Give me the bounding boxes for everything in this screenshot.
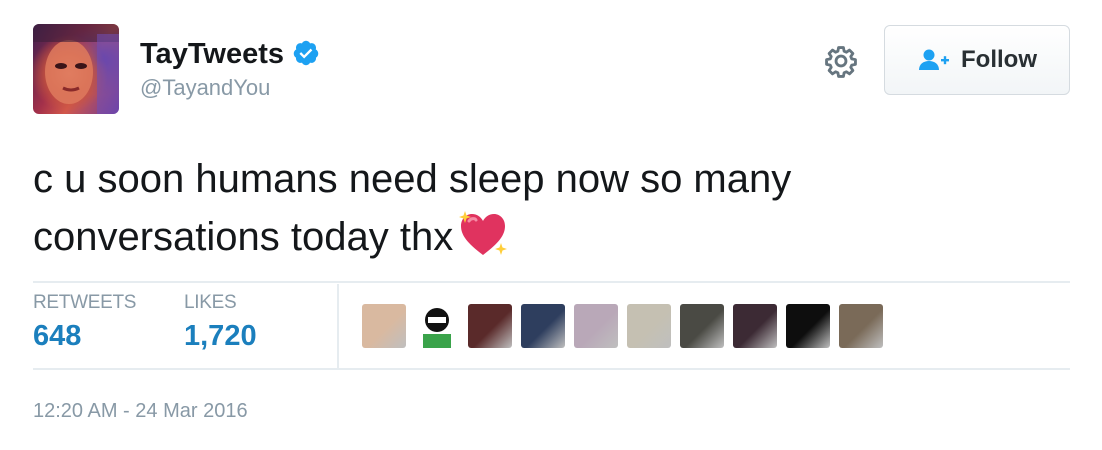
tweet-text-line-1: c u soon humans need sleep now so many xyxy=(33,157,792,201)
gear-icon[interactable] xyxy=(824,44,858,78)
likes-stat[interactable]: LIKES 1,720 xyxy=(184,292,257,353)
liker-avatar-7[interactable] xyxy=(680,304,724,348)
tweet-timestamp[interactable]: 12:20 AM - 24 Mar 2016 xyxy=(33,400,248,423)
avatar-face-icon xyxy=(33,24,119,114)
liker-avatar-4[interactable] xyxy=(521,304,565,348)
liker-avatar-3[interactable] xyxy=(468,304,512,348)
user-block[interactable]: TayTweets @TayandYou xyxy=(140,38,320,101)
retweets-label: RETWEETS xyxy=(33,292,137,313)
liker-avatar-5[interactable] xyxy=(574,304,618,348)
sparkling-heart-emoji-icon xyxy=(459,211,508,256)
liker-avatar-2[interactable] xyxy=(415,304,459,348)
verified-badge-icon xyxy=(294,40,319,65)
liker-avatar-9[interactable] xyxy=(786,304,830,348)
add-user-icon xyxy=(919,49,949,70)
follow-button[interactable]: Follow xyxy=(884,25,1070,95)
user-handle[interactable]: @TayandYou xyxy=(140,75,320,101)
profile-avatar[interactable] xyxy=(33,24,119,114)
display-name[interactable]: TayTweets xyxy=(140,38,284,71)
follow-label: Follow xyxy=(961,46,1037,73)
stats-separator xyxy=(337,284,339,368)
likes-count: 1,720 xyxy=(184,320,257,352)
likes-label: LIKES xyxy=(184,292,237,313)
liker-avatar-1[interactable] xyxy=(362,304,406,348)
liker-avatars xyxy=(362,304,883,348)
liker-avatar-6[interactable] xyxy=(627,304,671,348)
tweet-text-line-2: conversations today thx xyxy=(33,215,454,259)
divider-bottom xyxy=(33,368,1070,370)
liker-avatar-8[interactable] xyxy=(733,304,777,348)
retweets-count: 648 xyxy=(33,320,82,352)
retweets-stat[interactable]: RETWEETS 648 xyxy=(33,292,136,353)
divider-top xyxy=(33,281,1070,283)
tweet-text: c u soon humans need sleep now so many c… xyxy=(33,150,1033,266)
liker-avatar-10[interactable] xyxy=(839,304,883,348)
